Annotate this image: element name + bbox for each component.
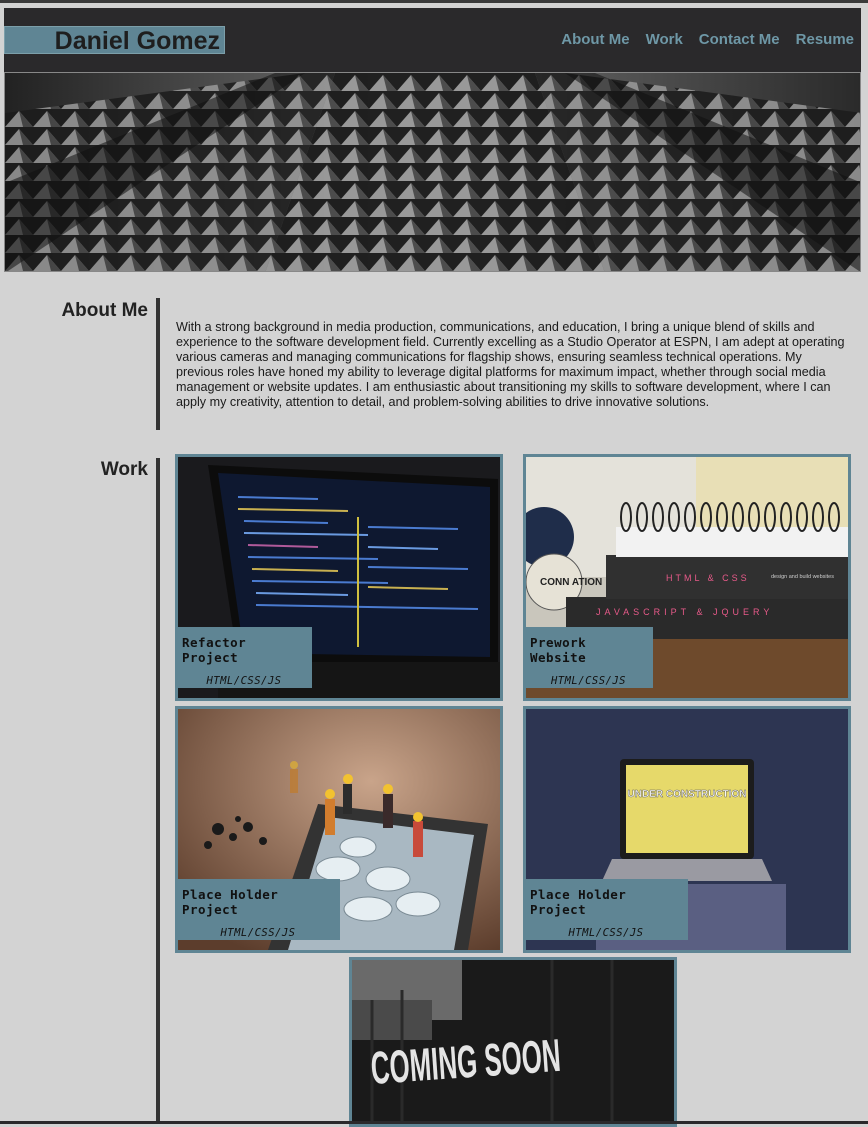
project-label: Place Holder Project HTML/CSS/JS [178, 879, 340, 940]
project-title: Refactor Project [182, 635, 247, 665]
site-header: Daniel Gomez About Me Work Contact Me Re… [4, 8, 861, 72]
project-label: Place Holder Project HTML/CSS/JS [526, 879, 688, 940]
about-text: With a strong background in media produc… [176, 320, 845, 409]
book-spine-1-sub: design and build websites [771, 574, 834, 580]
project-card-refactor[interactable]: Refactor Project HTML/CSS/JS [175, 454, 503, 701]
project-title: Prework Website [530, 635, 587, 665]
hero-image [4, 72, 861, 272]
work-divider [156, 458, 160, 1124]
book-spine-1: HTML & CSS [666, 573, 750, 583]
about-title: About Me [61, 300, 148, 321]
project-card-placeholder-1[interactable]: Place Holder Project HTML/CSS/JS [175, 706, 503, 953]
laptop-screen-text: UNDER CONSTRUCTION [628, 789, 747, 800]
coming-soon-image: COMING SOON [352, 960, 674, 1124]
project-card-coming-soon[interactable]: COMING SOON [349, 957, 677, 1127]
about-divider [156, 298, 160, 430]
project-tech: HTML/CSS/JS [550, 675, 627, 687]
project-card-prework[interactable]: CONN ATION JAVASCRIPT & JQUERY HTML & CS… [523, 454, 851, 701]
project-tech: HTML/CSS/JS [206, 675, 282, 687]
project-card-placeholder-2[interactable]: UNDER CONSTRUCTION Place Holder Project … [523, 706, 851, 953]
book-spine-2: JAVASCRIPT & JQUERY [596, 607, 773, 617]
sticker-text: CONN ATION [540, 577, 602, 588]
site-name[interactable]: Daniel Gomez [4, 26, 225, 55]
nav-contact-me[interactable]: Contact Me [699, 30, 780, 50]
top-border [0, 0, 868, 3]
project-title: Place Holder Project [182, 887, 279, 917]
project-label: Prework Website HTML/CSS/JS [526, 627, 653, 688]
project-label: Refactor Project HTML/CSS/JS [178, 627, 312, 688]
architecture-image [5, 73, 860, 271]
project-title: Place Holder Project [530, 887, 627, 917]
nav-resume[interactable]: Resume [796, 30, 854, 50]
work-title: Work [100, 459, 148, 480]
nav-work[interactable]: Work [646, 30, 683, 50]
nav-about-me[interactable]: About Me [561, 30, 629, 50]
project-tech: HTML/CSS/JS [220, 927, 296, 939]
main-nav: About Me Work Contact Me Resume [545, 30, 854, 50]
project-tech: HTML/CSS/JS [568, 927, 644, 939]
